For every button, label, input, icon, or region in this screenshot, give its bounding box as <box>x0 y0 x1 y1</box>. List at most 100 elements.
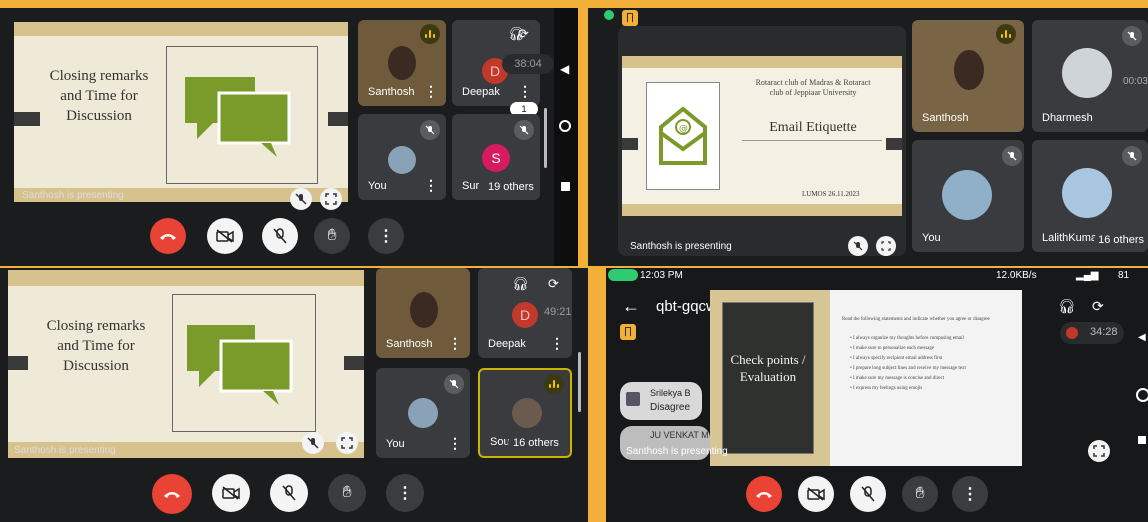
call-timer: 49:21 <box>544 306 572 318</box>
end-call-button[interactable] <box>152 474 192 514</box>
fullscreen-icon[interactable] <box>1088 440 1110 462</box>
slide-subheading-1: Rotaract club of Madras & Rotaract <box>755 78 871 87</box>
more-options-icon[interactable]: ⋮ <box>550 335 564 352</box>
switch-camera-icon[interactable]: ⟳ <box>1092 298 1104 315</box>
slide-bullet: • I always organize my thoughts before c… <box>850 336 964 341</box>
nav-recents-icon[interactable] <box>561 182 570 191</box>
avatar <box>512 398 542 428</box>
muted-icon <box>1002 146 1022 166</box>
mic-off-button[interactable] <box>270 474 308 512</box>
chat-bubbles-icon <box>185 77 291 157</box>
participant-name: Santhosh <box>922 112 969 124</box>
camera-off-button[interactable] <box>212 474 250 512</box>
chat-reaction-chip[interactable]: Srilekya B Disagree <box>620 382 702 420</box>
participant-name: You <box>922 232 941 244</box>
headphones-icon[interactable]: 🎧︎ <box>1058 298 1076 315</box>
participant-tile-others[interactable]: S Sur 19 others <box>452 114 540 200</box>
slide-graphic-frame <box>172 294 316 432</box>
mic-off-icon[interactable] <box>290 188 312 210</box>
participant-name: Deepak <box>462 86 500 98</box>
call-timer: 34:28 <box>1090 326 1118 338</box>
mic-off-button[interactable] <box>262 218 298 254</box>
fullscreen-icon[interactable] <box>336 432 358 454</box>
participant-tile-santhosh[interactable]: Santhosh ⋮ <box>358 20 446 106</box>
others-count[interactable]: 16 others <box>508 434 564 452</box>
headphones-icon[interactable]: 🎧︎ <box>512 276 529 292</box>
raise-hand-button[interactable]: ✋︎ <box>902 476 938 512</box>
slide-intro-text: Read the following statements and indica… <box>842 317 990 322</box>
chat-bubbles-icon <box>187 325 293 405</box>
avatar <box>1062 48 1112 98</box>
muted-icon <box>420 120 440 140</box>
more-options-icon[interactable]: ⋮ <box>424 83 438 100</box>
participant-name-partial: Sur <box>462 180 480 192</box>
status-network-speed: 12.0KB/s <box>996 270 1037 281</box>
participant-name: Santhosh <box>386 338 433 350</box>
end-call-button[interactable] <box>746 476 782 512</box>
more-options-button[interactable]: ⋮ <box>952 476 988 512</box>
more-options-icon[interactable]: ⋮ <box>448 335 462 352</box>
participant-tile-you[interactable]: You ⋮ <box>376 368 470 458</box>
slide-title: Email Etiquette <box>769 120 857 135</box>
participant-tile-deepak[interactable]: 🎧︎ ⟳ D 49:21 Deepak ⋮ <box>478 268 572 358</box>
shared-slide: Closing remarks and Time for Discussion … <box>14 22 348 210</box>
chip-sender: Srilekya B <box>650 388 691 398</box>
camera-off-button[interactable] <box>798 476 834 512</box>
more-options-icon[interactable]: ⋮ <box>424 177 438 194</box>
participant-tile-lalith[interactable]: LalithKuma 16 others <box>1032 140 1148 252</box>
ongoing-call-chip[interactable] <box>608 269 638 281</box>
android-nav-bar: ◀ <box>554 8 578 266</box>
mic-off-button[interactable] <box>850 476 886 512</box>
participant-tile-dharmesh[interactable]: Dharmesh 00:03 <box>1032 20 1148 132</box>
status-time: 12:03 PM <box>640 270 683 281</box>
meeting-panel-2: ∏ @ Rotaract club of Madras & Rotaract c… <box>588 8 1148 266</box>
scrollbar[interactable] <box>544 108 547 168</box>
participant-tile-santhosh[interactable]: Santhosh ⋮ <box>376 268 470 358</box>
participant-tile-you[interactable]: You <box>912 140 1024 252</box>
mic-off-icon[interactable] <box>302 432 324 454</box>
participant-tile-you[interactable]: You ⋮ <box>358 114 446 200</box>
avatar <box>942 170 992 220</box>
nav-recents-icon[interactable] <box>1138 436 1146 444</box>
nav-home-icon[interactable] <box>559 120 571 132</box>
nav-back-icon[interactable]: ◀ <box>560 62 569 76</box>
slide-bullet: • I prepare long subject lines and recei… <box>850 366 966 371</box>
camera-off-button[interactable] <box>207 218 243 254</box>
call-timer: 38:04 <box>502 54 554 74</box>
avatar <box>1062 168 1112 218</box>
shared-slide: Check points / Evaluation Read the follo… <box>710 290 1022 466</box>
fullscreen-icon[interactable] <box>320 188 342 210</box>
participant-tile-santhosh[interactable]: Santhosh <box>912 20 1024 132</box>
presentation-tile[interactable]: @ Rotaract club of Madras & Rotaract clu… <box>618 26 906 256</box>
pin-icon[interactable]: ∏ <box>622 10 638 26</box>
avatar: D <box>512 302 538 328</box>
slide-email-graphic: @ <box>646 82 720 190</box>
pin-icon[interactable]: ∏ <box>620 324 636 340</box>
fullscreen-icon[interactable] <box>876 236 896 256</box>
slide-heading: Closing remarks and Time for Discussion <box>49 68 149 124</box>
slide-graphic-frame <box>166 46 318 184</box>
scrollbar[interactable] <box>578 352 581 412</box>
raise-hand-button[interactable]: ✋︎ <box>314 218 350 254</box>
raise-hand-button[interactable]: ✋︎ <box>328 474 366 512</box>
participant-name: Deepak <box>488 338 526 350</box>
more-options-icon[interactable]: ⋮ <box>518 83 532 100</box>
end-call-button[interactable] <box>150 218 186 254</box>
more-options-button[interactable]: ⋮ <box>386 474 424 512</box>
switch-camera-icon[interactable]: ⟳ <box>518 26 529 42</box>
participant-name: LalithKuma <box>1042 232 1098 244</box>
nav-back-icon[interactable]: ◀ <box>1138 332 1146 343</box>
chip-sender: JU VENKAT M <box>650 430 709 440</box>
more-options-icon[interactable]: ⋮ <box>448 435 462 452</box>
switch-camera-icon[interactable]: ⟳ <box>548 276 559 292</box>
meeting-panel-4: 12:03 PM 12.0KB/s ▂▄▆ 81 ← qbt-gqcw-nzv … <box>606 268 1148 522</box>
others-count[interactable]: 19 others <box>482 178 540 196</box>
participant-tile-others[interactable]: Sou 16 others <box>478 368 572 458</box>
presenting-label: Santhosh is presenting <box>626 446 728 457</box>
more-options-button[interactable]: ⋮ <box>368 218 404 254</box>
svg-text:@: @ <box>679 124 688 134</box>
mic-off-icon[interactable] <box>848 236 868 256</box>
back-arrow-icon[interactable]: ← <box>622 296 640 317</box>
others-count[interactable]: 16 others <box>1094 232 1148 248</box>
nav-home-icon[interactable] <box>1136 388 1148 402</box>
